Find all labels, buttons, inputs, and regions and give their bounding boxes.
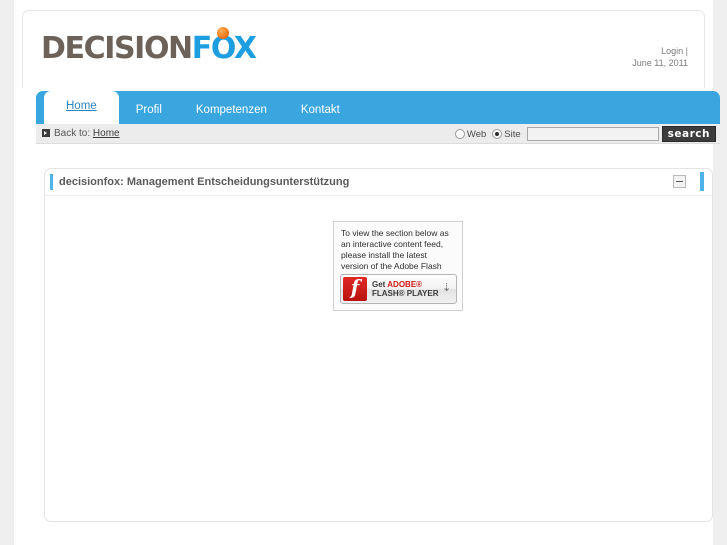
content-panel: decisionfox: Management Entscheidungsunt… [44,168,713,522]
flash-button-line2: FLASH® PLAYER [372,289,439,298]
back-to-label: Back to: [54,128,91,139]
radio-site-icon[interactable] [492,129,503,139]
panel-header: decisionfox: Management Entscheidungsunt… [45,169,712,196]
search-scope-site[interactable]: Site [492,128,521,140]
logo-text-decision: DECISION [41,31,193,66]
logo-orange-dot-icon [216,27,229,39]
search-scope-site-label: Site [504,128,521,140]
utility-bar: Back to: Home Web Site search [36,124,720,144]
panel-title: decisionfox: Management Entscheidungsunt… [59,176,350,188]
back-arrow-icon [42,129,50,137]
page-shell: DECISIONFOX Login | June 11, 2011 Home P… [14,0,720,545]
panel-accent-bar [50,174,53,190]
radio-web-icon[interactable] [454,129,465,139]
back-to-home-link[interactable]: Home [93,128,120,139]
search-scope-web[interactable]: Web [454,128,487,140]
nav-item-kompetenzen[interactable]: Kompetenzen [179,96,284,124]
site-logo[interactable]: DECISIONFOX [41,27,257,66]
current-date: June 11, 2011 [632,58,688,68]
header-meta: Login | June 11, 2011 [632,45,688,69]
nav-item-home[interactable]: Home [44,91,119,124]
collapse-minus-icon[interactable] [673,175,686,188]
breadcrumb: Back to: Home [42,124,120,144]
search-area: Web Site search [454,125,716,143]
nav-list: Home Profil Kompetenzen Kontakt [36,91,357,124]
flash-get-label: Get [372,279,388,289]
search-scope-group: Web Site [454,128,521,140]
flash-button-line1: Get ADOBE® [372,280,422,289]
main-navigation: Home Profil Kompetenzen Kontakt [36,91,720,124]
flash-button-text: Get ADOBE® FLASH® PLAYER [372,280,439,299]
panel-right-accent-bar [700,172,704,191]
logo-text-fox: FOX [192,27,257,66]
nav-item-kontakt[interactable]: Kontakt [284,96,357,124]
login-link[interactable]: Login | [632,45,688,57]
search-input[interactable] [526,127,659,141]
site-header: DECISIONFOX Login | June 11, 2011 [22,10,705,88]
nav-item-profil[interactable]: Profil [119,96,179,124]
search-button[interactable]: search [661,126,716,142]
flash-adobe-label: ADOBE® [387,279,423,289]
flash-player-prompt: To view the section below as an interact… [333,221,463,311]
flash-logo-icon [343,275,367,301]
search-scope-web-label: Web [466,128,487,140]
download-arrow-icon: ⇣ [442,282,452,294]
get-flash-player-button[interactable]: Get ADOBE® FLASH® PLAYER ⇣ [340,274,457,304]
